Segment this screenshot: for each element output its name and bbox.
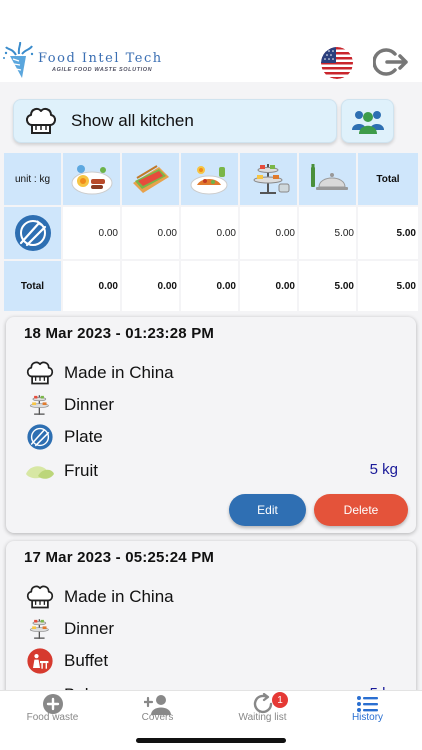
record-kitchen: Made in China [64, 587, 174, 606]
nav-label: Covers [141, 712, 174, 723]
kitchen-selector-label: Show all kitchen [71, 111, 194, 130]
total-column-header: Total [358, 153, 418, 205]
waiting-list-badge: 1 [272, 692, 288, 708]
chef-hat-icon [26, 361, 54, 385]
record-serving: Plate [64, 427, 103, 446]
app-screen: Food Intel Tech AGILE FOOD WASTE SOLUTIO… [0, 0, 422, 750]
record-quantity: 5 kg [369, 461, 398, 478]
buffet-stand-icon [29, 395, 49, 415]
unit-label-cell: unit : kg [4, 153, 61, 205]
history-record-card: 18 Mar 2023 - 01:23:28 PM Made in China … [6, 317, 416, 533]
grand-total: 5.00 [358, 261, 418, 311]
waste-summary-table: unit : kg Total 0.00 0.00 0.00 0.00 5.00… [4, 153, 418, 311]
nav-label: Waiting list [238, 712, 287, 723]
plate-value-4: 0.00 [240, 207, 297, 259]
plate-value-5: 5.00 [299, 207, 356, 259]
plate-value-2: 0.00 [122, 207, 179, 259]
nav-label: History [351, 712, 384, 723]
record-kitchen-row: Made in China [24, 583, 174, 611]
home-indicator [136, 738, 286, 743]
logout-icon[interactable] [373, 46, 409, 78]
column-buffet [240, 153, 297, 205]
record-date: 17 Mar 2023 - 05:25:24 PM [24, 549, 215, 566]
carrot-logo-icon [3, 42, 34, 78]
record-food-row: Fruit [24, 457, 98, 485]
total-row-header: Total [4, 261, 61, 311]
nav-waiting-list[interactable]: 1 Waiting list [210, 691, 315, 731]
total-value-3: 0.00 [181, 261, 238, 311]
app-header: Food Intel Tech AGILE FOOD WASTE SOLUTIO… [0, 0, 422, 82]
record-kitchen: Made in China [64, 363, 174, 382]
column-sandwich [122, 153, 179, 205]
record-meal: Dinner [64, 619, 115, 638]
nav-food-waste[interactable]: Food waste [0, 691, 105, 731]
brand-name: Food Intel Tech [38, 51, 163, 66]
cloche-icon [310, 164, 348, 190]
record-food: Fruit [64, 461, 98, 480]
us-flag-icon[interactable] [321, 47, 353, 79]
total-value-2: 0.00 [122, 261, 179, 311]
edit-button[interactable]: Edit [229, 494, 306, 526]
chef-hat-icon [26, 107, 56, 134]
brand-tagline: AGILE FOOD WASTE SOLUTION [52, 67, 153, 73]
unit-label: unit : kg [14, 173, 51, 185]
buffet-stand-icon [29, 619, 49, 639]
breakfast-plate-icon [71, 165, 112, 195]
total-row-label: Total [20, 280, 45, 292]
plate-value-3: 0.00 [181, 207, 238, 259]
people-group-icon [351, 111, 384, 134]
staff-filter-button[interactable] [341, 99, 394, 143]
plate-icon [14, 215, 51, 251]
fruit-icon [26, 466, 54, 479]
total-value-4: 0.00 [240, 261, 297, 311]
column-breakfast [63, 153, 120, 205]
record-serving-row: Buffet [24, 647, 108, 675]
lunch-plate-icon [190, 166, 227, 195]
record-serving-row: Plate [24, 423, 103, 451]
record-kitchen-row: Made in China [24, 359, 174, 387]
plate-row-header [4, 207, 61, 259]
plate-icon [27, 424, 53, 450]
nav-label: Food waste [26, 712, 79, 723]
plate-row-total: 5.00 [358, 207, 418, 259]
column-lunch [181, 153, 238, 205]
buffet-icon [27, 648, 53, 674]
chef-hat-icon [26, 585, 54, 609]
column-cloche [299, 153, 356, 205]
total-value-5: 5.00 [299, 261, 356, 311]
buffet-stand-icon [253, 164, 289, 194]
plate-value-1: 0.00 [63, 207, 120, 259]
nav-history[interactable]: History [315, 691, 420, 731]
nav-covers[interactable]: Covers [105, 691, 210, 731]
record-date: 18 Mar 2023 - 01:23:28 PM [24, 325, 215, 342]
record-meal-row: Dinner [24, 615, 114, 643]
delete-button[interactable]: Delete [314, 494, 408, 526]
record-serving: Buffet [64, 651, 109, 670]
total-value-1: 0.00 [63, 261, 120, 311]
sandwich-icon [132, 165, 169, 193]
record-meal-row: Dinner [24, 391, 114, 419]
total-header-label: Total [376, 173, 400, 185]
show-all-kitchen-button[interactable]: Show all kitchen [13, 99, 337, 143]
record-meal: Dinner [64, 395, 115, 414]
